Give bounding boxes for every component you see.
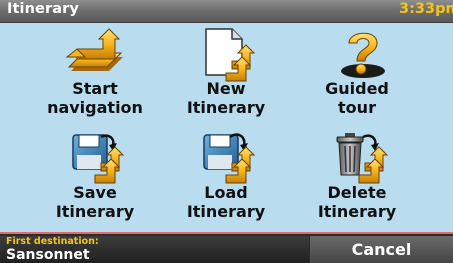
menu-item-label: Guided tour <box>325 79 389 117</box>
cancel-button[interactable]: Cancel <box>309 236 453 263</box>
start-navigation-icon <box>65 28 123 71</box>
menu-item-label: New Itinerary <box>186 79 266 117</box>
clock-time: 3:33pm <box>399 1 453 17</box>
first-destination-value: Sansonnet <box>6 247 90 263</box>
save-itinerary-button[interactable]: Save Itinerary <box>25 127 165 227</box>
menu-item-label: Save Itinerary <box>55 183 135 221</box>
menu-item-label: Delete Itinerary <box>317 183 397 221</box>
itinerary-menu: Start navigation New Itinerary Guided to… <box>0 23 453 234</box>
menu-item-label: Start navigation <box>47 79 143 117</box>
title-bar: Itinerary 3:33pm <box>0 0 453 23</box>
delete-itinerary-button[interactable]: Delete Itinerary <box>287 127 427 227</box>
question-mark-icon <box>341 32 385 78</box>
trash-can-icon <box>336 133 388 184</box>
page-title: Itinerary <box>7 1 79 17</box>
menu-item-label: Load Itinerary <box>186 183 266 221</box>
load-itinerary-button[interactable]: Load Itinerary <box>156 127 296 227</box>
new-itinerary-button[interactable]: New Itinerary <box>156 23 296 123</box>
save-disk-icon <box>72 134 124 184</box>
first-destination-caption: First destination: <box>6 236 99 247</box>
guided-tour-button[interactable]: Guided tour <box>287 23 427 123</box>
load-disk-icon <box>203 133 255 184</box>
start-navigation-button[interactable]: Start navigation <box>25 23 165 123</box>
new-document-icon <box>205 28 255 82</box>
